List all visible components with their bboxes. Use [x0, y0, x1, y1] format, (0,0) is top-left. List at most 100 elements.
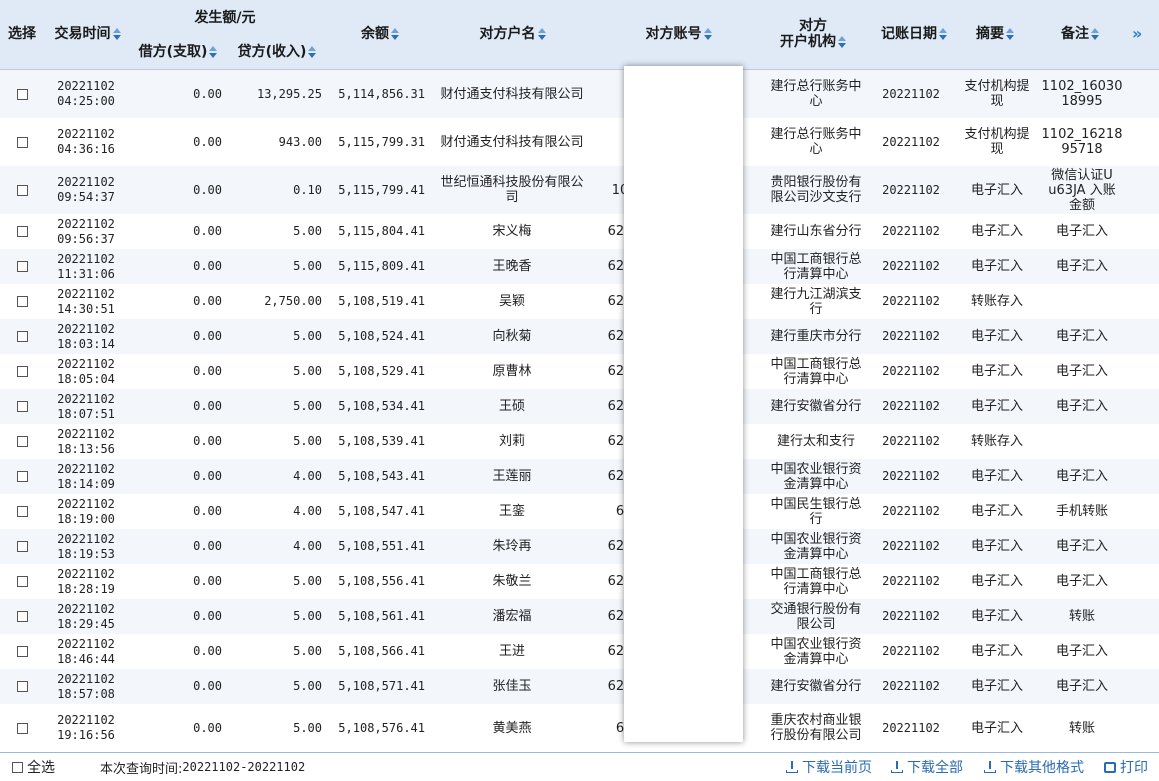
row-checkbox[interactable]: [16, 646, 28, 657]
row-checkbox[interactable]: [16, 576, 28, 587]
row-checkbox[interactable]: [16, 681, 28, 692]
col-balance[interactable]: 余额: [350, 26, 410, 42]
col-account-label: 对方账号: [645, 26, 702, 42]
row-checkbox[interactable]: [16, 366, 28, 377]
table-row[interactable]: 20221102 04:25:00 0.00 13,295.25 5,114,856.3…: [0, 70, 1159, 118]
cell-remark: 1102_16030 18995: [1041, 79, 1123, 109]
row-checkbox[interactable]: [16, 88, 28, 100]
col-post-date[interactable]: 记账日期: [875, 26, 953, 42]
table-row[interactable]: 20221102 18:19:53 0.00 4.00 5,108,551.41 朱玲再 6…: [0, 529, 1159, 564]
cell-bank: 中国农业银行资金清算中心: [770, 461, 862, 492]
row-checkbox-cell[interactable]: [5, 166, 39, 214]
print-button[interactable]: 打印: [1104, 753, 1148, 781]
table-row[interactable]: 20221102 18:07:51 0.00 5.00 5,108,534.41 王硕 62…: [0, 389, 1159, 424]
cell-summary: 电子汇入: [970, 539, 1023, 554]
table-row[interactable]: 20221102 14:30:51 0.00 2,750.00 5,108,519.41…: [0, 284, 1159, 319]
cell-time-part: 18:19:53: [57, 546, 115, 561]
row-checkbox[interactable]: [16, 541, 28, 552]
row-checkbox[interactable]: [16, 471, 28, 482]
row-checkbox-cell[interactable]: [5, 319, 39, 354]
sort-icon: [939, 27, 947, 41]
table-row[interactable]: 20221102 09:54:37 0.00 0.10 5,115,799.41 世纪恒通…: [0, 166, 1159, 214]
row-checkbox-cell[interactable]: [5, 424, 39, 459]
row-checkbox[interactable]: [16, 506, 28, 517]
col-debit[interactable]: 借方(支取): [133, 44, 223, 60]
row-checkbox-cell[interactable]: [5, 564, 39, 599]
more-columns-icon[interactable]: »: [1132, 24, 1142, 43]
cell-post-date: 20221102: [882, 224, 940, 238]
row-checkbox-cell[interactable]: [5, 354, 39, 389]
row-checkbox-cell[interactable]: [5, 669, 39, 704]
table-row[interactable]: 20221102 18:13:56 0.00 5.00 5,108,539.41 刘莉 62…: [0, 424, 1159, 459]
cell-summary: 转账存入: [970, 294, 1023, 309]
row-checkbox-cell[interactable]: [5, 459, 39, 494]
table-row[interactable]: 20221102 11:31:06 0.00 5.00 5,115,809.41 王晚香 6…: [0, 249, 1159, 284]
table-row[interactable]: 20221102 18:57:08 0.00 5.00 5,108,571.41 张佳玉 6…: [0, 669, 1159, 704]
time-stack: 20221102 18:05:04: [57, 357, 115, 387]
cell-summary: 电子汇入: [970, 399, 1023, 414]
table-row[interactable]: 20221102 18:46:44 0.00 5.00 5,108,566.41 王进 62…: [0, 634, 1159, 669]
select-all-checkbox[interactable]: [12, 761, 23, 773]
cell-balance: 5,115,799.41: [338, 182, 425, 197]
table-row[interactable]: 20221102 18:19:00 0.00 4.00 5,108,547.41 王銮 6 中…: [0, 494, 1159, 529]
row-checkbox-cell[interactable]: [5, 634, 39, 669]
cell-time-part: 09:54:37: [57, 190, 115, 204]
download-other-label: 下载其他格式: [1000, 760, 1084, 776]
cell-date-part: 20221102: [57, 356, 115, 371]
row-checkbox-cell[interactable]: [5, 118, 39, 166]
row-checkbox-cell[interactable]: [5, 70, 39, 118]
printer-icon: [1104, 761, 1116, 773]
cell-credit: 4.00: [293, 539, 322, 553]
row-checkbox[interactable]: [16, 261, 28, 272]
col-name[interactable]: 对方户名: [470, 26, 555, 42]
col-account[interactable]: 对方账号: [636, 26, 721, 42]
row-checkbox[interactable]: [16, 136, 28, 148]
cell-bank: 建行山东省分行: [770, 224, 862, 239]
row-checkbox-cell[interactable]: [5, 249, 39, 284]
cell-date-part: 20221102: [57, 496, 115, 511]
row-checkbox[interactable]: [16, 436, 28, 447]
col-time[interactable]: 交易时间: [50, 26, 125, 42]
row-checkbox[interactable]: [16, 296, 28, 307]
cell-name: 王进: [498, 644, 525, 659]
row-checkbox-cell[interactable]: [5, 389, 39, 424]
col-credit[interactable]: 贷方(收入): [232, 44, 322, 60]
table-row[interactable]: 20221102 19:16:56 0.00 5.00 5,108,576.41 黄美燕 6…: [0, 704, 1159, 752]
row-checkbox[interactable]: [16, 722, 28, 734]
download-all-button[interactable]: 下载全部: [891, 753, 963, 781]
cell-summary: 电子汇入: [970, 504, 1023, 519]
row-checkbox[interactable]: [16, 331, 28, 342]
row-checkbox-cell[interactable]: [5, 214, 39, 249]
cell-summary: 电子汇入: [970, 609, 1023, 624]
table-row[interactable]: 20221102 18:05:04 0.00 5.00 5,108,529.41 原曹林 6…: [0, 354, 1159, 389]
row-checkbox-cell[interactable]: [5, 494, 39, 529]
row-checkbox-cell[interactable]: [5, 599, 39, 634]
cell-bank: 中国工商银行总行清算中心: [770, 356, 862, 387]
row-checkbox[interactable]: [16, 184, 28, 196]
row-checkbox-cell[interactable]: [5, 704, 39, 752]
row-checkbox-cell[interactable]: [5, 284, 39, 319]
col-summary[interactable]: 摘要: [965, 26, 1025, 42]
select-all[interactable]: 全选: [12, 753, 55, 781]
table-row[interactable]: 20221102 18:29:45 0.00 5.00 5,108,561.41 潘宏福 6…: [0, 599, 1159, 634]
download-other-button[interactable]: 下载其他格式: [984, 753, 1084, 781]
col-remark[interactable]: 备注: [1050, 26, 1110, 42]
cell-time-part: 18:05:04: [57, 371, 115, 386]
table-row[interactable]: 20221102 18:14:09 0.00 4.00 5,108,543.41 王莲丽 6…: [0, 459, 1159, 494]
col-bank[interactable]: 对方 开户机构: [768, 18, 858, 50]
table-row[interactable]: 20221102 18:03:14 0.00 5.00 5,108,524.41 向秋菊 6…: [0, 319, 1159, 354]
cell-credit: 5.00: [293, 574, 322, 588]
cell-name: 朱玲再: [492, 539, 532, 554]
table-row[interactable]: 20221102 09:56:37 0.00 5.00 5,115,804.41 宋义梅 6…: [0, 214, 1159, 249]
cell-remark: [1048, 424, 1116, 459]
cell-credit: 2,750.00: [264, 294, 322, 308]
download-page-button[interactable]: 下载当前页: [786, 753, 872, 781]
time-stack: 20221102 04:25:00: [57, 79, 115, 109]
row-checkbox[interactable]: [16, 611, 28, 622]
row-checkbox-cell[interactable]: [5, 529, 39, 564]
row-checkbox[interactable]: [16, 226, 28, 237]
table-header: 选择 交易时间 发生额/元 借方(支取) 贷方(收入) 余额 对方户名 对方账号…: [0, 0, 1159, 70]
row-checkbox[interactable]: [16, 401, 28, 412]
table-row[interactable]: 20221102 18:28:19 0.00 5.00 5,108,556.41 朱敬兰 6…: [0, 564, 1159, 599]
table-row[interactable]: 20221102 04:36:16 0.00 943.00 5,115,799.31 财付…: [0, 118, 1159, 166]
